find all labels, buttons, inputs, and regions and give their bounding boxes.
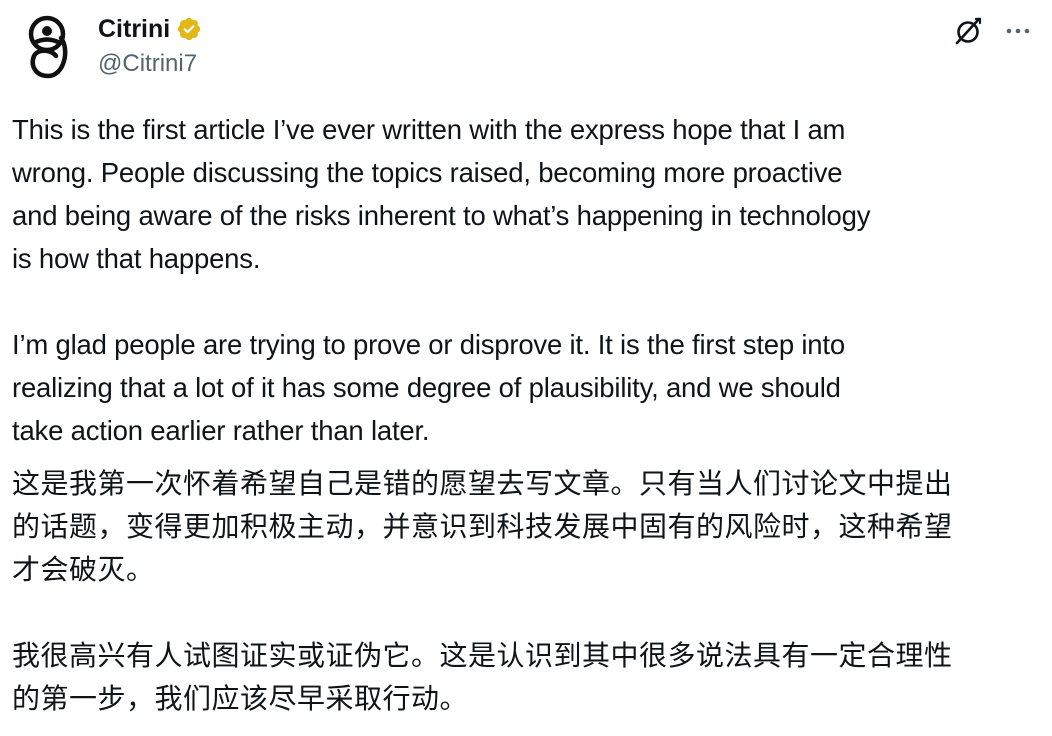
tweet: Citrini @Citrini7 This is the first arti…: [0, 0, 1052, 736]
verified-badge-icon[interactable]: [176, 16, 202, 42]
grok-icon[interactable]: [952, 15, 984, 47]
tweet-paragraph-zh-1: 这是我第一次怀着希望自己是错的愿望去写文章。只有当人们讨论文中提出 的话题，变得…: [12, 468, 953, 585]
more-options-icon[interactable]: [1002, 15, 1034, 47]
tweet-translation: 这是我第一次怀着希望自己是错的愿望去写文章。只有当人们讨论文中提出 的话题，变得…: [12, 462, 1042, 720]
tweet-paragraph-en-1: This is the first article I’ve ever writ…: [12, 114, 871, 274]
author-handle[interactable]: @Citrini7: [98, 48, 197, 80]
author-display-name[interactable]: Citrini: [98, 12, 170, 46]
citrini-logo-icon: [28, 15, 68, 79]
tweet-paragraph-en-2: I’m glad people are trying to prove or d…: [12, 329, 845, 446]
author-name-row: Citrini: [98, 12, 202, 46]
tweet-paragraph-zh-2: 我很高兴有人试图证实或证伪它。这是认识到其中很多说法具有一定合理性 的第一步，我…: [12, 640, 953, 714]
avatar[interactable]: [12, 10, 82, 80]
tweet-body: This is the first article I’ve ever writ…: [12, 108, 1042, 720]
